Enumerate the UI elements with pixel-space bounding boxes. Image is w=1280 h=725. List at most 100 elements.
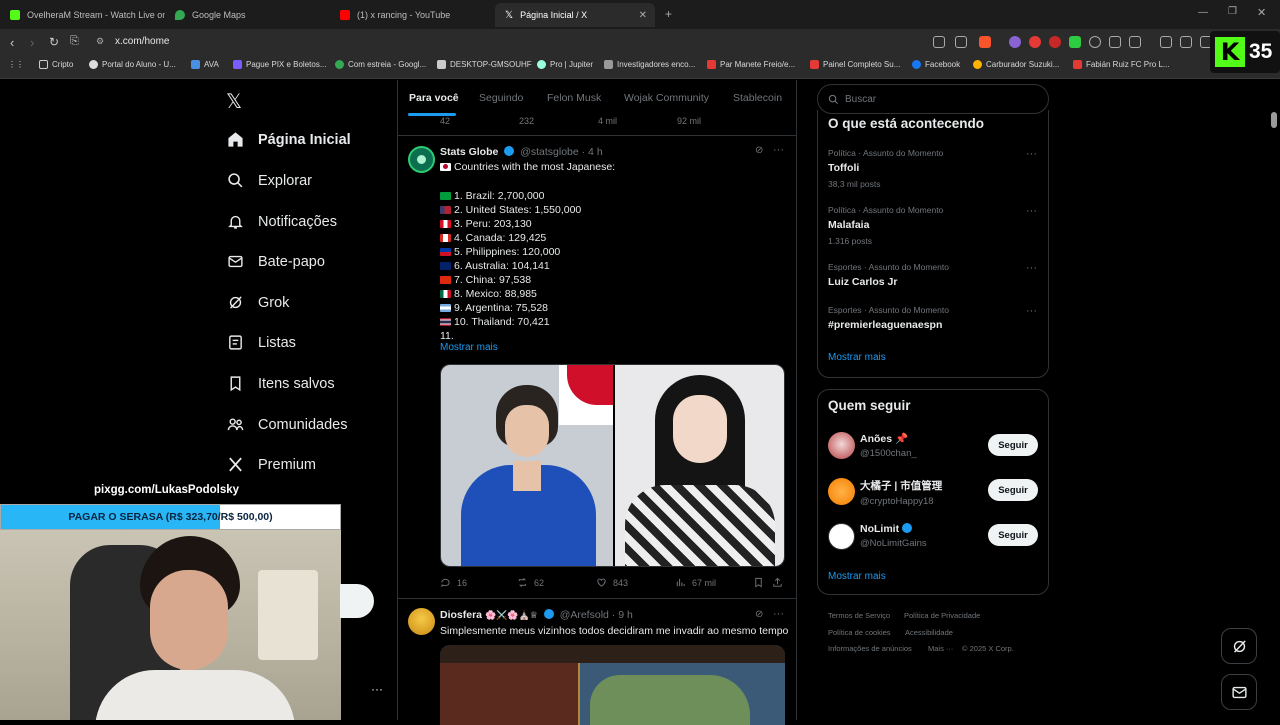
bookmark-item[interactable]: Painel Completo Su... [810, 60, 900, 69]
extension-icon[interactable] [1029, 36, 1041, 48]
bookmark-item[interactable]: Investigadores enco... [604, 60, 695, 69]
sidebar-item-lists[interactable]: Listas [227, 334, 296, 351]
share-button[interactable] [772, 577, 789, 588]
post-button[interactable] [340, 584, 374, 618]
browser-tab-kick[interactable]: OvelheraM Stream - Watch Live on K [0, 3, 165, 27]
footer-link-ads[interactable]: Informações de anúncios [828, 644, 912, 653]
author-name[interactable]: Stats Globe [440, 146, 498, 158]
trends-show-more-link[interactable]: Mostrar mais [828, 352, 886, 363]
trend-more-icon[interactable]: ··· [1026, 205, 1037, 217]
browser-tab-maps[interactable]: Google Maps [165, 3, 330, 27]
bookmark-item[interactable]: AVA [191, 60, 219, 69]
trend-item[interactable]: Política · Assunto do Momento Malafaia 1… [828, 205, 943, 246]
bookmark-item[interactable]: Facebook [912, 60, 960, 69]
bookmark-item[interactable]: Carburador Suzuki... [973, 60, 1059, 69]
tab-wojak-community[interactable]: Wojak Community [624, 92, 709, 104]
suggested-user[interactable]: Anões 📌 @1500chan_ [860, 432, 917, 459]
avatar[interactable] [408, 146, 435, 173]
grok-explain-icon[interactable]: ⊘ [755, 609, 763, 620]
avatar[interactable] [828, 432, 855, 459]
sidebar-item-premium[interactable]: Premium [227, 456, 316, 473]
more-options-icon[interactable]: ··· [773, 608, 784, 620]
repost-button[interactable]: 62 [517, 577, 544, 588]
tab-following[interactable]: Seguindo [479, 92, 523, 104]
more-options-icon[interactable]: ··· [773, 144, 784, 156]
follow-button[interactable]: Seguir [988, 434, 1038, 456]
sidebar-item-grok[interactable]: Grok [227, 294, 289, 311]
extension-icon[interactable] [1009, 36, 1021, 48]
tab-felon-musk[interactable]: Felon Musk [547, 92, 601, 104]
footer-link-cookies[interactable]: Política de cookies [828, 628, 891, 637]
x-logo[interactable]: 𝕏 [226, 89, 242, 114]
tab-for-you[interactable]: Para você [409, 92, 459, 104]
bookmark-item[interactable]: Pague PIX e Boletos... [233, 60, 327, 69]
like-button[interactable]: 843 [596, 577, 628, 588]
tweet-media[interactable] [440, 645, 785, 725]
grok-float-button[interactable] [1221, 628, 1257, 664]
maximize-button[interactable]: ❐ [1228, 6, 1237, 17]
page-scrollbar-thumb[interactable] [1271, 112, 1277, 128]
bookmark-item[interactable]: Cripto [39, 60, 73, 69]
views-button[interactable]: 67 mil [675, 577, 716, 588]
puzzle-icon[interactable] [1129, 36, 1141, 48]
follow-button[interactable]: Seguir [988, 479, 1038, 501]
sidebar-item-notifications[interactable]: Notificações [227, 213, 337, 230]
sidebar-item-bookmarks[interactable]: Itens salvos [227, 375, 335, 392]
extension-icon[interactable] [1109, 36, 1121, 48]
messages-float-button[interactable] [1221, 674, 1257, 710]
account-more-icon[interactable]: ··· [371, 682, 383, 696]
trend-more-icon[interactable]: ··· [1026, 305, 1037, 317]
like-button[interactable]: 4 mil [598, 116, 617, 126]
repost-button[interactable]: 232 [519, 116, 534, 126]
footer-link-terms[interactable]: Termos de Serviço [828, 611, 890, 620]
sidebar-item-home[interactable]: Página Inicial [227, 131, 351, 148]
author-name[interactable]: Diosfera [440, 609, 482, 621]
bookmark-item[interactable]: Com estreia - Googl... [335, 60, 426, 69]
reload-icon[interactable]: ↻ [49, 35, 59, 49]
cast-icon[interactable] [933, 36, 945, 48]
sidebar-icon[interactable] [1180, 36, 1192, 48]
grok-explain-icon[interactable]: ⊘ [755, 145, 763, 156]
close-window-button[interactable]: ✕ [1257, 6, 1266, 19]
footer-link-privacy[interactable]: Política de Privacidade [904, 611, 980, 620]
back-icon[interactable]: ‹ [10, 35, 14, 50]
bookmark-page-icon[interactable]: ⎘ [70, 35, 79, 48]
brave-shield-icon[interactable] [979, 36, 991, 48]
url-field[interactable]: x.com/home [115, 36, 169, 47]
music-icon[interactable] [1160, 36, 1172, 48]
trend-item[interactable]: Esportes · Assunto do Momento Luiz Carlo… [828, 262, 949, 288]
bookmark-item[interactable]: Pro | Jupiter [537, 60, 593, 69]
tab-stablecoin[interactable]: Stablecoin [733, 92, 782, 104]
footer-link-more[interactable]: Mais ··· [928, 644, 953, 653]
browser-tab-x[interactable]: 𝕏 Página Inicial / X ✕ [495, 3, 655, 27]
trend-more-icon[interactable]: ··· [1026, 262, 1037, 274]
extension-icon[interactable] [1089, 36, 1101, 48]
bookmark-item[interactable]: Fabián Ruiz FC Pro L... [1073, 60, 1170, 69]
trend-item[interactable]: Esportes · Assunto do Momento #premierle… [828, 305, 949, 331]
trend-more-icon[interactable]: ··· [1026, 148, 1037, 160]
bookmark-button[interactable] [753, 577, 770, 588]
footer-link-accessibility[interactable]: Acessibilidade [905, 628, 953, 637]
avatar[interactable] [828, 523, 855, 550]
reply-button[interactable]: 42 [440, 116, 450, 126]
bookmark-item[interactable]: DESKTOP-GMSOUHF [437, 60, 532, 69]
extension-icon[interactable] [1069, 36, 1081, 48]
who-show-more-link[interactable]: Mostrar mais [828, 571, 886, 582]
reply-button[interactable]: 16 [440, 577, 467, 588]
bookmark-item[interactable]: Par Manete Freio/e... [707, 60, 795, 69]
views-button[interactable]: 92 mil [677, 116, 701, 126]
avatar[interactable] [828, 478, 855, 505]
avatar[interactable] [408, 608, 435, 635]
follow-button[interactable]: Seguir [988, 524, 1038, 546]
site-settings-icon[interactable]: ⚙ [96, 36, 104, 47]
close-tab-icon[interactable]: ✕ [639, 10, 647, 21]
trend-item[interactable]: Política · Assunto do Momento Toffoli 38… [828, 148, 943, 189]
bookmark-item[interactable]: Portal do Aluno - U... [89, 60, 176, 69]
minimize-button[interactable]: — [1198, 7, 1208, 18]
extension-icon[interactable] [1049, 36, 1061, 48]
tweet-media[interactable] [440, 364, 785, 567]
sidebar-item-explore[interactable]: Explorar [227, 172, 312, 189]
forward-icon[interactable]: › [30, 35, 34, 50]
new-tab-button[interactable]: + [665, 7, 672, 21]
browser-tab-youtube[interactable]: (1) x rancing - YouTube [330, 3, 495, 27]
